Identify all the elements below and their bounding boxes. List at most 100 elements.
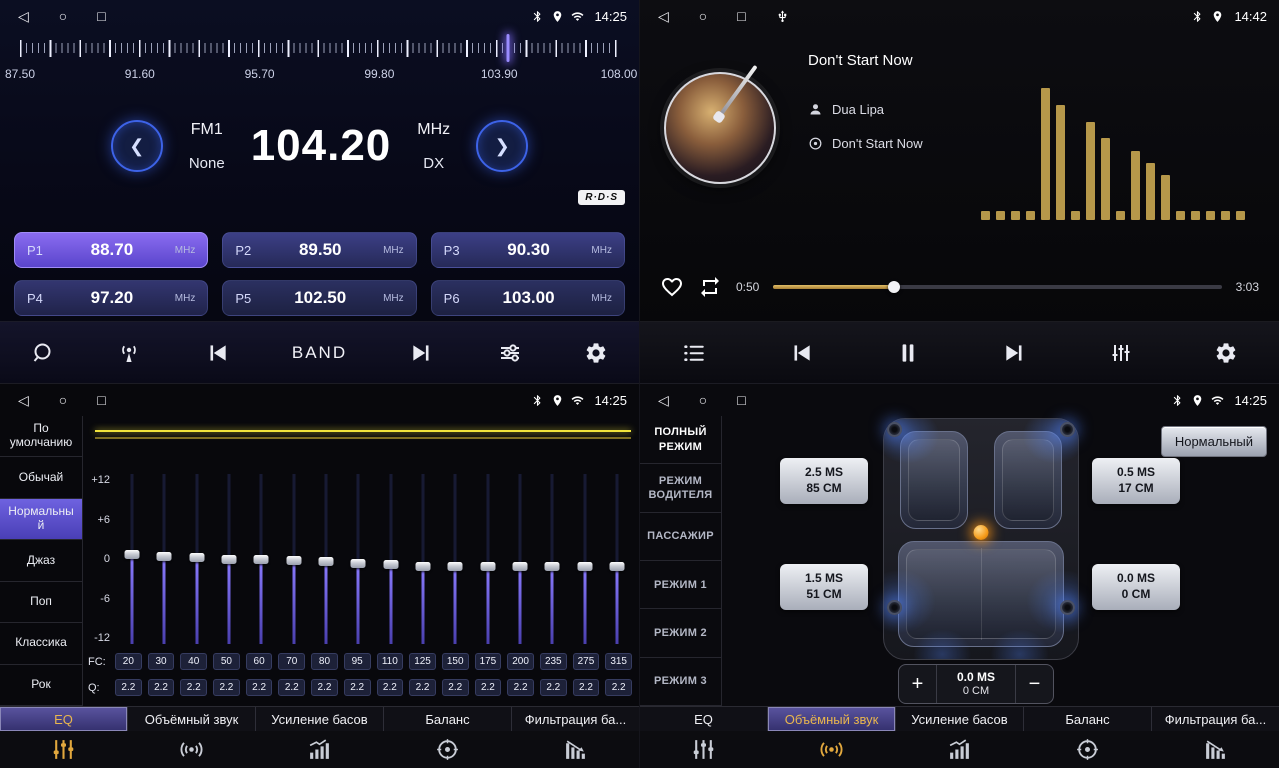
mixer-button[interactable] — [1109, 341, 1133, 365]
eq-band-slider[interactable] — [439, 474, 471, 644]
eq-preset-pop[interactable]: Поп — [0, 582, 82, 623]
tune-down-button[interactable]: ❮ — [111, 120, 163, 172]
bass-boost-icon[interactable] — [256, 731, 384, 768]
mode-1[interactable]: РЕЖИМ 1 — [640, 561, 721, 609]
recents-icon[interactable]: □ — [97, 393, 105, 407]
eq-sliders-icon[interactable] — [0, 731, 128, 768]
filter-icon[interactable] — [511, 731, 639, 768]
eq-slider-knob[interactable] — [480, 562, 495, 571]
eq-band-slider[interactable] — [375, 474, 407, 644]
eq-slider-knob[interactable] — [383, 560, 398, 569]
progress-bar[interactable] — [773, 285, 1221, 289]
tab-filter[interactable]: Фильтрация ба... — [1152, 707, 1279, 731]
delay-rear-right[interactable]: 0.0 MS 0 CM — [1092, 564, 1180, 610]
surround-icon[interactable] — [128, 731, 256, 768]
eq-band-slider[interactable] — [407, 474, 439, 644]
delay-front-right[interactable]: 0.5 MS 17 CM — [1092, 458, 1180, 504]
eq-preset-jazz[interactable]: Джаз — [0, 540, 82, 581]
settings-gear-button[interactable] — [1214, 341, 1238, 365]
repeat-button[interactable] — [698, 275, 722, 299]
broadcast-button[interactable] — [117, 341, 141, 365]
eq-band-slider[interactable] — [504, 474, 536, 644]
mode-2[interactable]: РЕЖИМ 2 — [640, 609, 721, 657]
band-button[interactable]: BAND — [292, 343, 347, 363]
tab-balance[interactable]: Баланс — [384, 707, 512, 731]
eq-preset-default[interactable]: По умолчанию — [0, 416, 82, 457]
previous-station-button[interactable] — [204, 340, 230, 366]
tab-filter[interactable]: Фильтрация ба... — [512, 707, 639, 731]
eq-sliders-icon[interactable] — [640, 731, 768, 768]
preset-button-p4[interactable]: P4 97.20 MHz — [14, 280, 208, 316]
tab-bass-boost[interactable]: Усиление басов — [256, 707, 384, 731]
tab-balance[interactable]: Баланс — [1024, 707, 1152, 731]
back-icon[interactable]: ◁ — [658, 9, 669, 23]
pause-button[interactable] — [895, 340, 921, 366]
next-track-button[interactable] — [1002, 340, 1028, 366]
eq-slider-knob[interactable] — [609, 562, 624, 571]
recents-icon[interactable]: □ — [97, 9, 105, 23]
eq-band-slider[interactable] — [310, 474, 342, 644]
back-icon[interactable]: ◁ — [18, 393, 29, 407]
eq-preset-custom[interactable]: Обычай — [0, 457, 82, 498]
preset-button-p1[interactable]: P1 88.70 MHz — [14, 232, 208, 268]
tune-up-button[interactable]: ❯ — [476, 120, 528, 172]
previous-track-button[interactable] — [788, 340, 814, 366]
frequency-scale[interactable]: 87.50 91.60 95.70 99.80 103.90 108.00 — [20, 34, 619, 100]
eq-preset-rock[interactable]: Рок — [0, 665, 82, 706]
eq-preset-normal[interactable]: Нормальный — [0, 499, 82, 540]
eq-slider-knob[interactable] — [319, 557, 334, 566]
scan-button[interactable] — [31, 341, 55, 365]
eq-band-slider[interactable] — [601, 474, 633, 644]
bass-boost-icon[interactable] — [896, 731, 1024, 768]
favorite-button[interactable] — [660, 275, 684, 299]
delay-increase-button[interactable]: + — [899, 665, 937, 703]
tab-surround[interactable]: Объёмный звук — [768, 707, 896, 731]
eq-slider-knob[interactable] — [448, 562, 463, 571]
eq-band-slider[interactable] — [471, 474, 503, 644]
preset-button-p5[interactable]: P5 102.50 MHz — [222, 280, 416, 316]
tab-eq[interactable]: EQ — [0, 707, 128, 731]
eq-slider-knob[interactable] — [286, 556, 301, 565]
eq-slider-knob[interactable] — [545, 562, 560, 571]
tab-eq[interactable]: EQ — [640, 707, 768, 731]
eq-band-slider[interactable] — [245, 474, 277, 644]
eq-slider-knob[interactable] — [577, 562, 592, 571]
eq-band-slider[interactable] — [278, 474, 310, 644]
eq-slider-knob[interactable] — [512, 562, 527, 571]
back-icon[interactable]: ◁ — [658, 393, 669, 407]
eq-slider-knob[interactable] — [222, 555, 237, 564]
preset-button-p3[interactable]: P3 90.30 MHz — [431, 232, 625, 268]
balance-icon[interactable] — [383, 731, 511, 768]
surround-icon[interactable] — [768, 731, 896, 768]
recents-icon[interactable]: □ — [737, 9, 745, 23]
audio-settings-button[interactable] — [498, 341, 522, 365]
tab-bass-boost[interactable]: Усиление басов — [896, 707, 1024, 731]
preset-button-p6[interactable]: P6 103.00 MHz — [431, 280, 625, 316]
mode-3[interactable]: РЕЖИМ 3 — [640, 658, 721, 706]
eq-slider-knob[interactable] — [157, 552, 172, 561]
home-icon[interactable]: ○ — [59, 393, 67, 407]
home-icon[interactable]: ○ — [59, 9, 67, 23]
filter-icon[interactable] — [1151, 731, 1279, 768]
eq-band-slider[interactable] — [536, 474, 568, 644]
eq-slider-knob[interactable] — [254, 555, 269, 564]
mode-passenger[interactable]: ПАССАЖИР — [640, 513, 721, 561]
eq-band-slider[interactable] — [568, 474, 600, 644]
mode-driver[interactable]: РЕЖИМ ВОДИТЕЛЯ — [640, 464, 721, 512]
home-icon[interactable]: ○ — [699, 9, 707, 23]
preset-button-p2[interactable]: P2 89.50 MHz — [222, 232, 416, 268]
settings-gear-button[interactable] — [584, 341, 608, 365]
delay-front-left[interactable]: 2.5 MS 85 CM — [780, 458, 868, 504]
balance-icon[interactable] — [1023, 731, 1151, 768]
eq-preset-classic[interactable]: Классика — [0, 623, 82, 664]
queue-button[interactable] — [681, 340, 707, 366]
back-icon[interactable]: ◁ — [18, 9, 29, 23]
progress-knob[interactable] — [888, 281, 900, 293]
delay-rear-left[interactable]: 1.5 MS 51 CM — [780, 564, 868, 610]
eq-slider-knob[interactable] — [351, 559, 366, 568]
eq-slider-knob[interactable] — [125, 550, 140, 559]
eq-band-slider[interactable] — [342, 474, 374, 644]
eq-slider-knob[interactable] — [189, 553, 204, 562]
mode-full[interactable]: ПОЛНЫЙ РЕЖИМ — [640, 416, 721, 464]
eq-slider-knob[interactable] — [415, 562, 430, 571]
